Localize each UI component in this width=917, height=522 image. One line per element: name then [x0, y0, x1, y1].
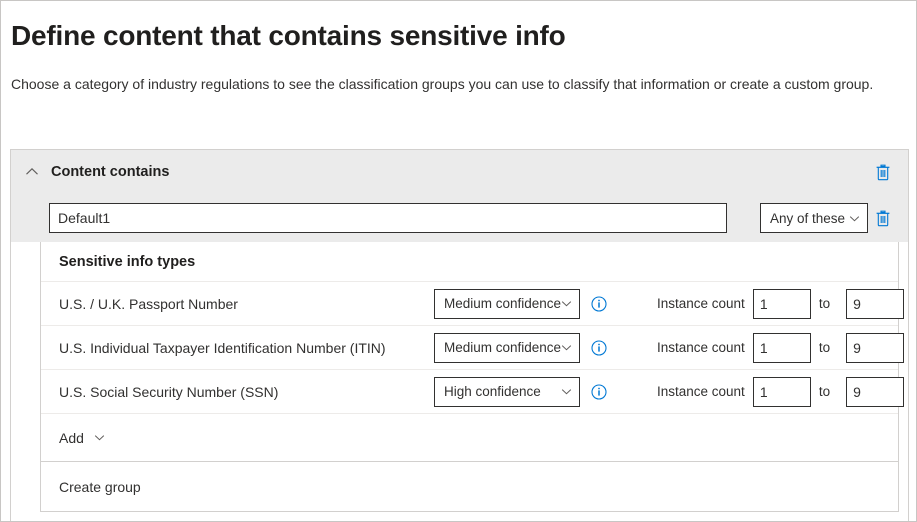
instance-count-to-label: to — [818, 340, 831, 355]
group-operator-value: Any of these — [770, 210, 846, 226]
sit-name: U.S. Individual Taxpayer Identification … — [59, 339, 386, 356]
add-button[interactable]: Add — [59, 430, 105, 446]
instance-count-max-input[interactable] — [846, 376, 905, 407]
table-row: U.S. Individual Taxpayer Identification … — [41, 326, 905, 370]
instance-count-label: Instance count — [657, 296, 745, 311]
create-group-button[interactable]: Create group — [59, 479, 141, 495]
instance-count-max-input[interactable] — [846, 288, 905, 319]
chevron-up-icon[interactable] — [25, 165, 51, 179]
delete-group-row-button[interactable] — [868, 203, 898, 233]
group-operator-dropdown[interactable]: Any of these — [760, 203, 868, 233]
chevron-down-icon — [561, 301, 572, 307]
add-button-label: Add — [59, 429, 84, 446]
info-icon[interactable] — [591, 383, 607, 400]
instance-count-label: Instance count — [657, 340, 745, 355]
instance-count-min-input[interactable] — [752, 288, 811, 319]
panel-title: Sensitive info types — [59, 253, 196, 270]
sensitive-info-types-panel: Sensitive info types U.S. / U.K. Passpor… — [40, 242, 905, 512]
confidence-value: High confidence — [444, 384, 541, 399]
instance-count-min-input[interactable] — [752, 332, 811, 363]
panel-title-row: Sensitive info types — [41, 242, 898, 282]
content-contains-card: Content contains Any of these — [10, 149, 909, 521]
add-row: Add — [41, 414, 898, 462]
chevron-down-icon — [561, 345, 572, 351]
group-name-row: Any of these — [11, 194, 908, 242]
instance-count-min-input[interactable] — [752, 376, 811, 407]
chevron-down-icon — [94, 435, 105, 441]
confidence-dropdown[interactable]: Medium confidence — [434, 332, 580, 363]
page-subtitle: Choose a category of industry regulation… — [11, 76, 874, 92]
confidence-value: Medium confidence — [444, 296, 562, 311]
info-icon[interactable] — [591, 295, 607, 312]
sit-name: U.S. Social Security Number (SSN) — [59, 383, 279, 400]
page-frame: Define content that contains sensitive i… — [0, 0, 917, 522]
card-header: Content contains — [11, 150, 908, 194]
instance-count-to-label: to — [818, 384, 831, 399]
page-title: Define content that contains sensitive i… — [11, 20, 566, 51]
instance-count-to-label: to — [818, 296, 831, 311]
table-row: U.S. Social Security Number (SSN) High c… — [41, 370, 905, 414]
delete-group-button[interactable] — [868, 157, 898, 187]
chevron-down-icon — [561, 389, 572, 395]
confidence-dropdown[interactable]: High confidence — [434, 376, 580, 407]
group-name-input[interactable] — [49, 203, 727, 233]
create-group-row: Create group — [41, 462, 898, 511]
confidence-dropdown[interactable]: Medium confidence — [434, 288, 580, 319]
confidence-value: Medium confidence — [444, 340, 562, 355]
table-row: U.S. / U.K. Passport Number Medium confi… — [41, 282, 905, 326]
info-icon[interactable] — [591, 339, 607, 356]
card-header-title: Content contains — [51, 164, 170, 180]
instance-count-label: Instance count — [657, 384, 745, 399]
chevron-down-icon — [849, 215, 860, 221]
page-heading-block: Define content that contains sensitive i… — [1, 1, 916, 95]
sit-name: U.S. / U.K. Passport Number — [59, 295, 238, 312]
instance-count-max-input[interactable] — [846, 332, 905, 363]
